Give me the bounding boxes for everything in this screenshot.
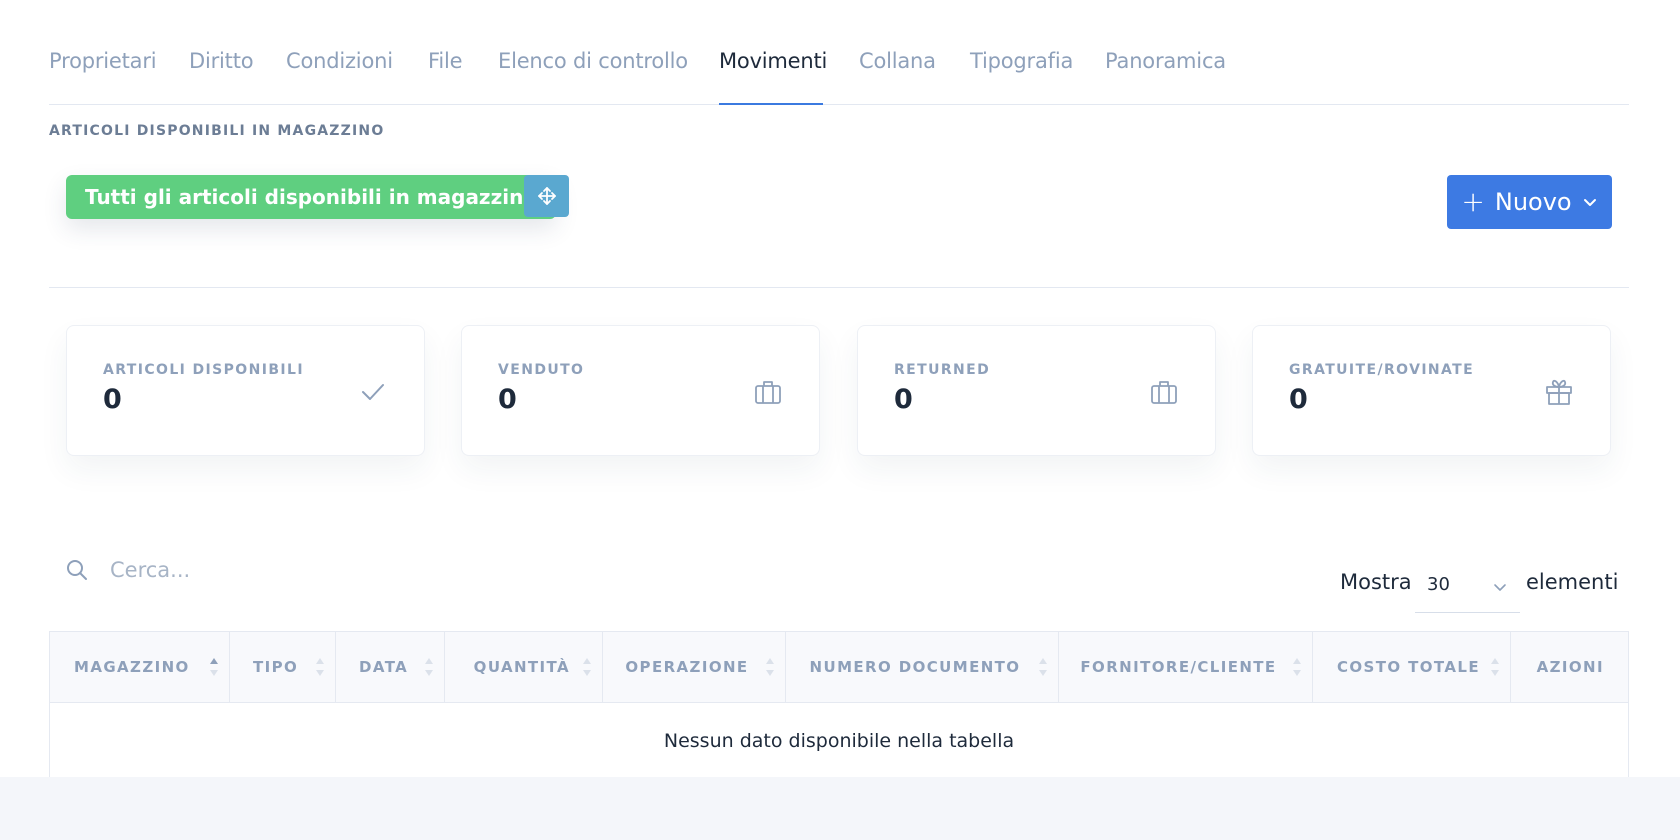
stat-value: 0 [103,384,122,415]
sort-icon [1039,658,1047,676]
stat-value: 0 [498,384,517,415]
page-size-select[interactable]: 30 [1415,565,1520,613]
sort-icon [583,658,591,676]
tab-collana[interactable]: Collana [859,49,936,73]
column-header-magazzino[interactable]: MAGAZZINO [50,632,230,702]
column-header-label: FORNITORE/CLIENTE [1080,658,1277,676]
search-icon [67,560,87,580]
plus-icon: + [1461,185,1485,218]
stat-label: ARTICOLI DISPONIBILI [103,362,304,378]
stat-label: GRATUITE/ROVINATE [1289,362,1475,378]
sort-icon [425,658,433,676]
column-header-data[interactable]: DATA [336,632,445,702]
column-header-label: COSTO TOTALE [1336,658,1480,676]
tab-elenco-di-controllo[interactable]: Elenco di controllo [498,49,688,73]
check-icon [362,384,384,400]
tab-condizioni[interactable]: Condizioni [286,49,393,73]
column-header-fornitore-cliente[interactable]: FORNITORE/CLIENTE [1059,632,1313,702]
tab-tipografia[interactable]: Tipografia [970,49,1073,73]
chevron-down-icon [1494,584,1506,591]
column-header-quantita[interactable]: QUANTITÀ [445,632,603,702]
stat-value: 0 [1289,384,1308,415]
stat-card-returned: RETURNED 0 [857,325,1216,456]
column-header-operazione[interactable]: OPERAZIONE [603,632,786,702]
sort-icon [1293,658,1301,676]
stat-label: VENDUTO [498,362,585,378]
tab-diritto[interactable]: Diritto [189,49,254,73]
section-title: ARTICOLI DISPONIBILI IN MAGAZZINO [49,123,385,139]
column-header-label: TIPO [253,658,299,676]
column-header-tipo[interactable]: TIPO [230,632,336,702]
stat-card-available: ARTICOLI DISPONIBILI 0 [66,325,425,456]
page-size-value: 30 [1427,574,1450,595]
movements-table: MAGAZZINO TIPO DATA QUANTITÀ OPERAZIONE … [49,631,1629,777]
tab-panoramica[interactable]: Panoramica [1105,49,1226,73]
column-header-azioni: AZIONI [1511,632,1628,702]
gift-icon [1546,379,1572,405]
sort-icon [316,658,324,676]
table-empty-message: Nessun dato disponibile nella tabella [663,729,1015,752]
stat-card-free-damaged: GRATUITE/ROVINATE 0 [1252,325,1611,456]
new-button-label: Nuovo [1494,188,1572,216]
chevron-down-icon [1583,199,1596,206]
briefcase-icon [1151,381,1177,404]
column-header-label: MAGAZZINO [74,658,190,676]
tab-proprietari[interactable]: Proprietari [49,49,157,73]
tab-bar: Proprietari Diritto Condizioni File Elen… [49,0,1629,105]
section-divider [49,287,1629,288]
stat-label: RETURNED [894,362,991,378]
tab-movimenti[interactable]: Movimenti [719,49,827,73]
sort-icon [766,658,774,676]
column-header-label: DATA [359,658,409,676]
column-header-costo-totale[interactable]: COSTO TOTALE [1313,632,1511,702]
page-footer-band [0,777,1680,840]
tab-file[interactable]: File [428,49,463,73]
table-header: MAGAZZINO TIPO DATA QUANTITÀ OPERAZIONE … [50,632,1628,703]
stat-value: 0 [894,384,913,415]
column-header-label: NUMERO DOCUMENTO [809,658,1021,676]
active-tab-indicator [719,103,823,105]
stat-card-sold: VENDUTO 0 [461,325,820,456]
search-input[interactable] [110,553,410,587]
column-header-label: QUANTITÀ [473,658,570,676]
filter-pill-all-items[interactable]: Tutti gli articoli disponibili in magazz… [66,175,557,219]
move-arrows-icon [537,187,556,205]
page-size-prefix: Mostra [1340,570,1412,594]
column-header-label: AZIONI [1536,658,1604,676]
new-button[interactable]: + Nuovo [1447,175,1612,229]
column-header-numero-documento[interactable]: NUMERO DOCUMENTO [786,632,1059,702]
column-header-label: OPERAZIONE [625,658,749,676]
move-button[interactable] [524,175,569,217]
sort-icon [210,658,218,676]
page-size-suffix: elementi [1526,570,1619,594]
briefcase-icon [755,381,781,404]
sort-icon [1491,658,1499,676]
